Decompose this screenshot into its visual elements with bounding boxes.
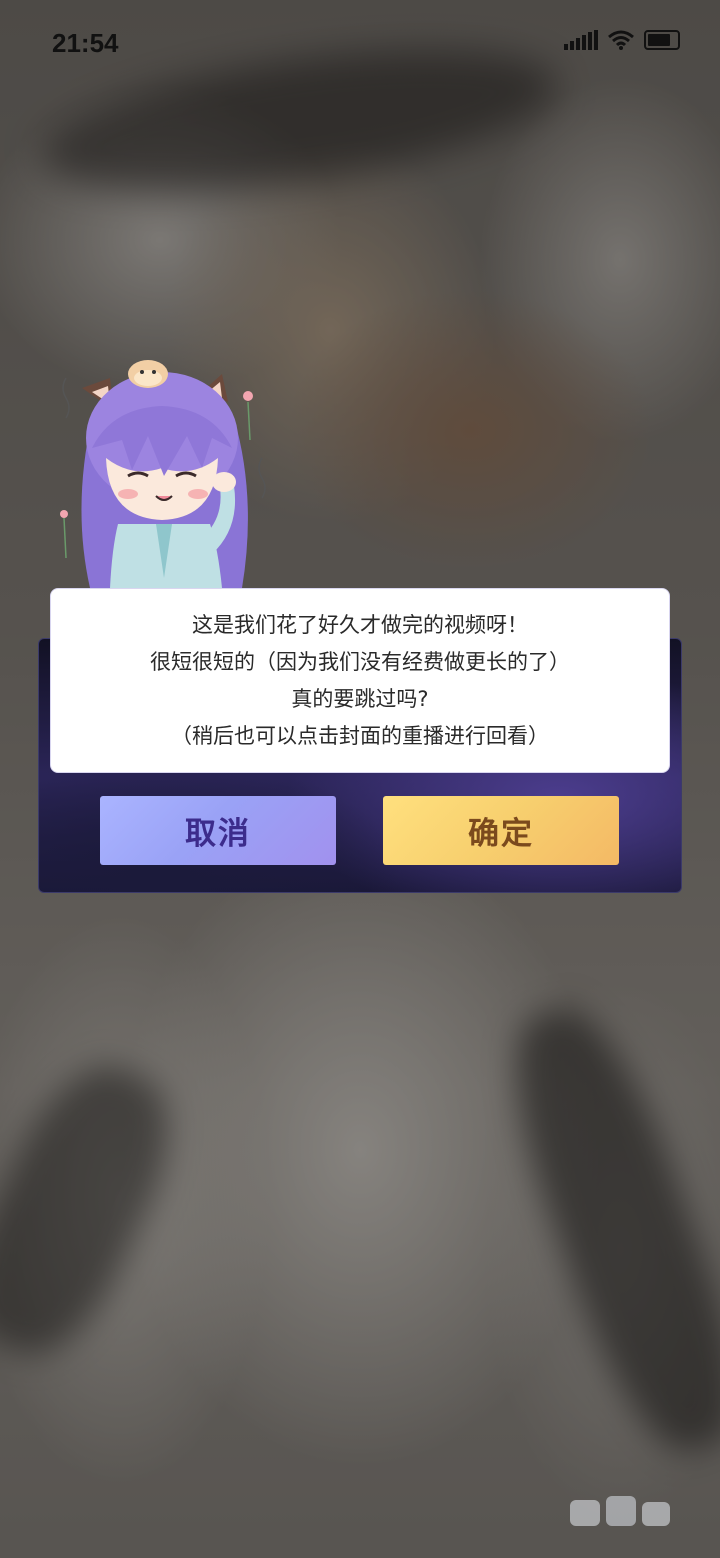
status-icons [564, 30, 680, 50]
status-time: 21:54 [52, 28, 119, 58]
mascot-illustration [60, 360, 266, 588]
cancel-button[interactable]: 取消 [100, 796, 336, 865]
dialog-message-line: 这是我们花了好久才做完的视频呀！ [192, 612, 528, 637]
battery-icon [644, 30, 680, 50]
watermark-logo [570, 1496, 670, 1526]
status-bar: 21:54 [0, 0, 720, 88]
dialog-message-box: 这是我们花了好久才做完的视频呀！ 很短很短的（因为我们没有经费做更长的了） 真的… [50, 588, 670, 773]
signal-icon [564, 30, 598, 50]
confirm-button[interactable]: 确定 [383, 796, 619, 865]
dialog-message-line: （稍后也可以点击封面的重播进行回看） [171, 723, 549, 748]
dialog-message-line: 很短很短的（因为我们没有经费做更长的了） [150, 649, 570, 674]
wifi-icon [608, 30, 634, 50]
dialog-message-line: 真的要跳过吗? [291, 686, 429, 711]
